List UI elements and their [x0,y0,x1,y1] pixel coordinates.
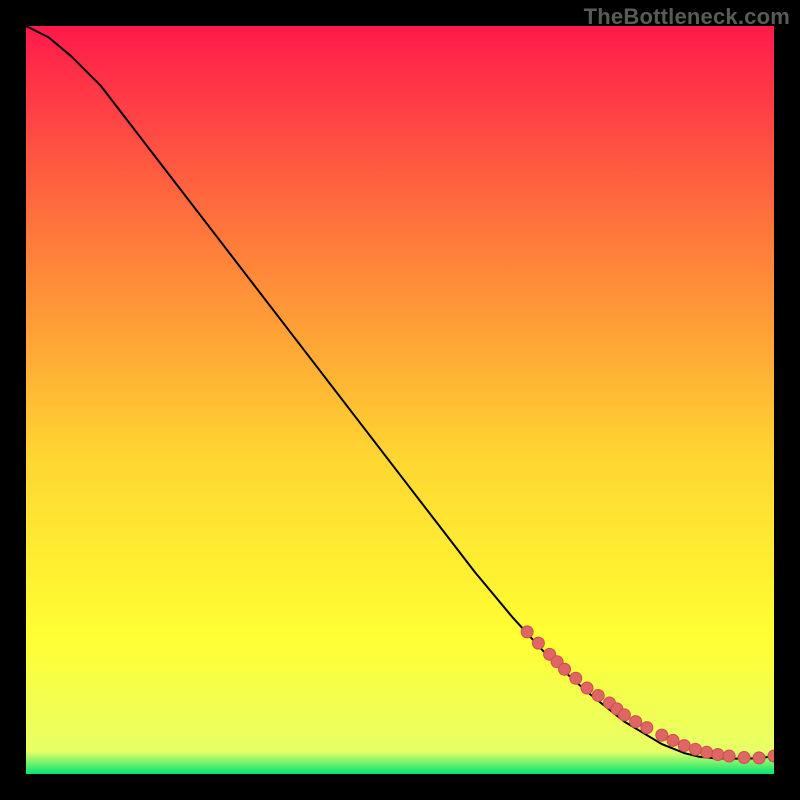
marker-point [618,709,630,721]
marker-point [559,663,571,675]
marker-point [738,752,750,764]
marker-point [678,740,690,752]
marker-point [753,752,765,764]
marker-point [581,682,593,694]
gradient-bg [26,26,774,774]
marker-point [521,626,533,638]
marker-point [701,746,713,758]
marker-point [532,637,544,649]
marker-point [592,689,604,701]
marker-point [656,729,668,741]
marker-point [641,722,653,734]
marker-point [570,672,582,684]
chart-frame: TheBottleneck.com [0,0,800,800]
plot-area [26,26,774,774]
marker-point [712,749,724,761]
marker-point [667,734,679,746]
marker-point [630,716,642,728]
marker-point [723,750,735,762]
marker-point [689,743,701,755]
